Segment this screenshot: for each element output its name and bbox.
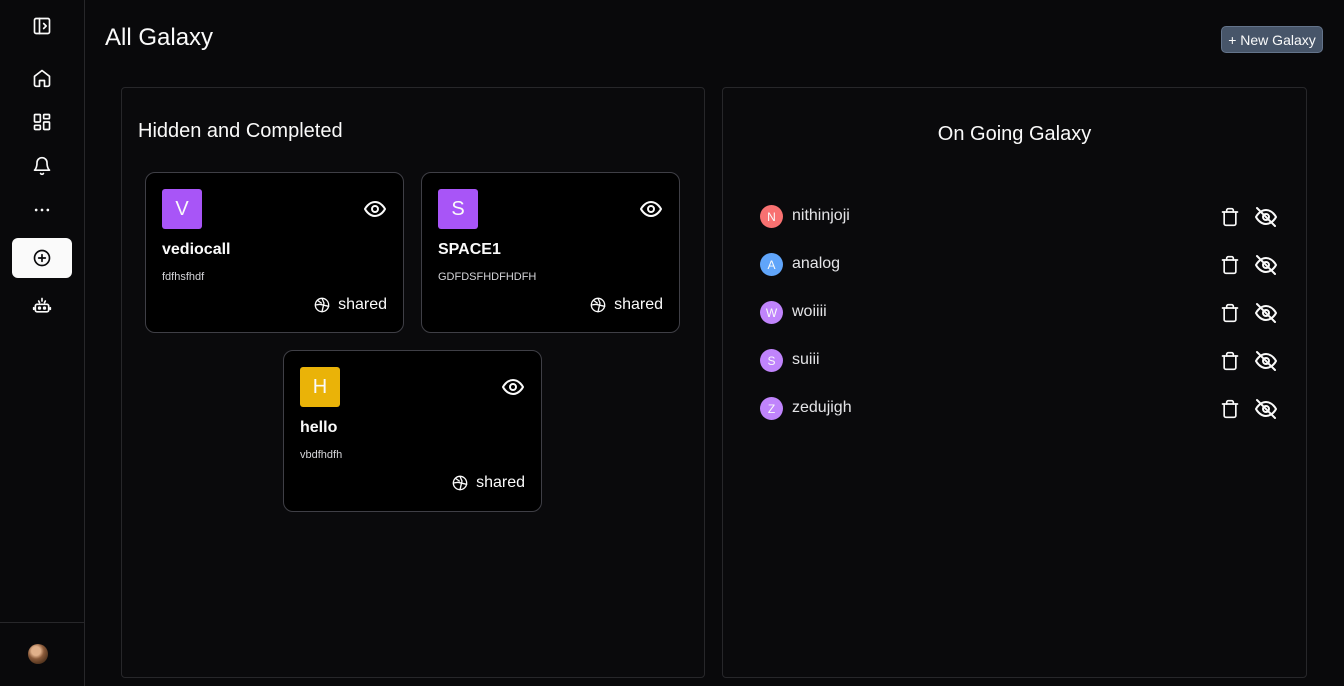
galaxy-initial-badge: H (300, 367, 340, 407)
new-galaxy-button[interactable]: + New Galaxy (1221, 26, 1323, 53)
globe-icon (452, 475, 468, 491)
eye-off-icon[interactable] (1254, 349, 1278, 373)
more-icon (32, 200, 52, 220)
notifications-button[interactable] (12, 146, 72, 186)
trash-icon[interactable] (1220, 351, 1240, 371)
galaxy-avatar: W (760, 301, 783, 324)
ongoing-galaxy-heading: On Going Galaxy (937, 123, 1092, 145)
user-avatar[interactable] (28, 644, 48, 664)
eye-off-icon[interactable] (1254, 205, 1278, 229)
plus-circle-icon (32, 248, 52, 268)
galaxy-name: woiiii (792, 303, 827, 320)
galaxy-initial-badge: S (438, 189, 478, 229)
galaxy-avatar: N (760, 205, 783, 228)
galaxy-avatar: Z (760, 397, 783, 420)
home-icon (32, 68, 52, 88)
galaxy-name: nithinjoji (792, 207, 850, 224)
hidden-completed-heading: Hidden and Completed (138, 120, 343, 142)
galaxy-name: hello (300, 419, 338, 436)
list-item[interactable]: A analog (760, 253, 1280, 277)
shared-indicator: shared (314, 296, 387, 314)
galaxy-description: GDFDSFHDFHDFH (438, 271, 537, 283)
create-galaxy-button[interactable] (12, 238, 72, 278)
galaxy-card[interactable]: V vediocall fdfhsfhdf shared (145, 172, 404, 333)
galaxy-card[interactable]: S SPACE1 GDFDSFHDFHDFH shared (421, 172, 680, 333)
ongoing-galaxy-panel: On Going Galaxy N nithinjoji A analog W … (722, 87, 1307, 678)
list-item[interactable]: W woiiii (760, 301, 1280, 325)
galaxy-avatar: A (760, 253, 783, 276)
list-item[interactable]: Z zedujigh (760, 397, 1280, 421)
galaxy-name: SPACE1 (438, 241, 501, 258)
bell-icon (32, 156, 52, 176)
hidden-completed-panel: Hidden and Completed V vediocall fdfhsfh… (121, 87, 705, 678)
galaxy-name: analog (792, 255, 841, 272)
shared-indicator: shared (590, 296, 663, 314)
eye-icon[interactable] (639, 197, 663, 221)
bot-button[interactable] (12, 286, 72, 326)
panel-toggle-button[interactable] (12, 6, 72, 46)
eye-off-icon[interactable] (1254, 301, 1278, 325)
panel-toggle-icon (32, 16, 52, 36)
more-button[interactable] (12, 190, 72, 230)
eye-icon[interactable] (501, 375, 525, 399)
sidebar (0, 0, 85, 686)
list-item[interactable]: S suiii (760, 349, 1280, 373)
galaxy-description: vbdfhdfh (300, 449, 343, 461)
shared-label: shared (476, 474, 525, 491)
dashboard-icon (32, 112, 52, 132)
trash-icon[interactable] (1220, 255, 1240, 275)
shared-label: shared (338, 296, 387, 313)
galaxy-avatar: S (760, 349, 783, 372)
globe-icon (590, 297, 606, 313)
shared-indicator: shared (452, 474, 525, 492)
globe-icon (314, 297, 330, 313)
galaxy-name: zedujigh (792, 399, 852, 416)
eye-off-icon[interactable] (1254, 253, 1278, 277)
shared-label: shared (614, 296, 663, 313)
page-title: All Galaxy (105, 24, 214, 51)
dashboard-button[interactable] (12, 102, 72, 142)
sidebar-divider (0, 622, 84, 623)
galaxy-name: suiii (792, 351, 820, 368)
eye-icon[interactable] (363, 197, 387, 221)
trash-icon[interactable] (1220, 399, 1240, 419)
galaxy-description: fdfhsfhdf (162, 271, 205, 283)
galaxy-name: vediocall (162, 241, 231, 258)
list-item[interactable]: N nithinjoji (760, 205, 1280, 229)
eye-off-icon[interactable] (1254, 397, 1278, 421)
home-button[interactable] (12, 58, 72, 98)
trash-icon[interactable] (1220, 207, 1240, 227)
galaxy-card[interactable]: H hello vbdfhdfh shared (283, 350, 542, 512)
bot-icon (32, 296, 52, 316)
galaxy-initial-badge: V (162, 189, 202, 229)
trash-icon[interactable] (1220, 303, 1240, 323)
